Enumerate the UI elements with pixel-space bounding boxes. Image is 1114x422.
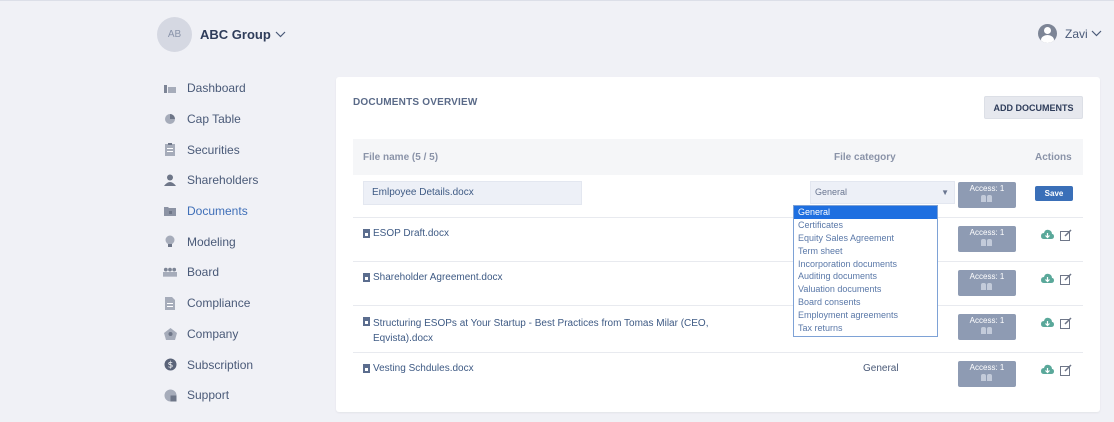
sidebar-item-securities[interactable]: Securities <box>163 134 313 165</box>
edit-icon[interactable] <box>1060 364 1072 376</box>
dropdown-option-incorporation-documents[interactable]: Incorporation documents <box>794 258 937 271</box>
sidebar-item-modeling[interactable]: Modeling <box>163 226 313 257</box>
company-avatar: AB <box>157 17 192 52</box>
file-category-select[interactable]: General ▼ <box>810 181 955 204</box>
cloud-download-icon[interactable] <box>1041 317 1054 328</box>
file-icon <box>363 273 370 282</box>
dropdown-option-employment-agreements[interactable]: Employment agreements <box>794 309 937 322</box>
sidebar-item-label: Company <box>187 326 239 341</box>
chevron-down-icon <box>275 31 286 38</box>
file-icon <box>363 229 370 238</box>
dashboard-icon <box>163 81 177 95</box>
access-button[interactable]: Access: 1 <box>958 226 1016 252</box>
cloud-download-icon[interactable] <box>1041 364 1054 375</box>
dropdown-option-term-sheet[interactable]: Term sheet <box>794 245 937 258</box>
sidebar-item-label: Securities <box>187 142 240 157</box>
sidebar-item-label: Board <box>187 265 220 280</box>
people-icon <box>981 239 993 246</box>
dropdown-option-equity-sales-agreement[interactable]: Equity Sales Agreement <box>794 232 937 245</box>
sidebar-item-subscription[interactable]: $ Subscription <box>163 349 313 380</box>
sidebar-item-dashboard[interactable]: Dashboard <box>163 73 313 104</box>
chevron-down-icon <box>1091 30 1102 37</box>
table-row: Structuring ESOPs at Your Startup - Best… <box>353 306 1083 353</box>
file-name-link[interactable]: ESOP Draft.docx <box>363 228 449 239</box>
cloud-download-icon[interactable] <box>1041 273 1054 284</box>
column-header-file-name: File name (5 / 5) <box>363 152 439 163</box>
file-icon <box>363 317 370 326</box>
file-name-link[interactable]: Vesting Schdules.docx <box>363 363 474 374</box>
sidebar-item-board[interactable]: Board <box>163 257 313 288</box>
file-category-dropdown: General Certificates Equity Sales Agreem… <box>793 205 938 337</box>
cloud-download-icon[interactable] <box>1041 229 1054 240</box>
document-icon <box>163 296 177 310</box>
user-menu[interactable]: Zavi <box>1038 24 1102 43</box>
dollar-icon: $ <box>163 358 177 372</box>
sidebar-item-label: Shareholders <box>187 173 259 188</box>
add-documents-button[interactable]: ADD DOCUMENTS <box>984 96 1083 119</box>
svg-text:$: $ <box>167 361 173 371</box>
access-button[interactable]: Access: 1 <box>958 314 1016 340</box>
sidebar-item-cap-table[interactable]: Cap Table <box>163 104 313 135</box>
user-avatar-icon <box>1038 24 1057 43</box>
sidebar-item-shareholders[interactable]: Shareholders <box>163 165 313 196</box>
dropdown-option-tax-returns[interactable]: Tax returns <box>794 322 937 335</box>
dropdown-arrow-icon: ▼ <box>941 188 949 197</box>
group-icon <box>163 265 177 279</box>
file-name-link[interactable]: Shareholder Agreement.docx <box>363 272 503 283</box>
sidebar-item-label: Documents <box>187 204 248 219</box>
table-row: ESOP Draft.docx Access: 1 <box>353 218 1083 262</box>
column-header-file-category: File category <box>834 152 896 163</box>
pie-chart-icon <box>163 112 177 126</box>
sidebar-item-support[interactable]: Support <box>163 380 313 411</box>
sidebar-item-label: Dashboard <box>187 81 246 96</box>
people-icon <box>981 374 993 381</box>
access-button[interactable]: Access: 1 <box>958 270 1016 296</box>
file-name-input[interactable]: Emlpoyee Details.docx <box>363 181 582 205</box>
save-button[interactable]: Save <box>1035 186 1073 201</box>
dropdown-option-board-consents[interactable]: Board consents <box>794 296 937 309</box>
table-row: Shareholder Agreement.docx Access: 1 <box>353 262 1083 306</box>
sidebar-item-company[interactable]: Company <box>163 319 313 350</box>
sidebar-item-label: Cap Table <box>187 112 241 127</box>
clipboard-icon <box>163 143 177 157</box>
building-icon <box>163 327 177 341</box>
company-name: ABC Group <box>200 27 271 42</box>
file-category-selected-value: General <box>815 187 848 197</box>
table-row-editing: Emlpoyee Details.docx General ▼ Access: … <box>353 181 1083 218</box>
folder-icon <box>163 204 177 218</box>
column-header-actions: Actions <box>1035 152 1072 163</box>
sidebar-item-compliance[interactable]: Compliance <box>163 288 313 319</box>
people-icon <box>981 195 993 202</box>
documents-card: DOCUMENTS OVERVIEW ADD DOCUMENTS File na… <box>336 77 1100 412</box>
lightbulb-icon <box>163 235 177 249</box>
access-button[interactable]: Access: 1 <box>958 361 1016 387</box>
user-name: Zavi <box>1065 26 1088 41</box>
people-icon <box>981 327 993 334</box>
file-icon <box>363 364 370 373</box>
dropdown-option-valuation-documents[interactable]: Valuation documents <box>794 283 937 296</box>
access-button[interactable]: Access: 1 <box>958 182 1016 208</box>
person-icon <box>163 173 177 187</box>
table-header: File name (5 / 5) File category Actions <box>353 139 1083 175</box>
people-icon <box>981 283 993 290</box>
page-title: DOCUMENTS OVERVIEW <box>353 97 478 108</box>
support-icon <box>163 388 177 402</box>
sidebar-item-label: Support <box>187 388 230 403</box>
file-name-link[interactable]: Structuring ESOPs at Your Startup - Best… <box>363 316 709 346</box>
company-switcher[interactable]: AB ABC Group <box>157 17 286 52</box>
dropdown-option-certificates[interactable]: Certificates <box>794 219 937 232</box>
table-row: Vesting Schdules.docx General Access: 1 <box>353 353 1083 397</box>
dropdown-option-general[interactable]: General <box>794 206 937 219</box>
edit-icon[interactable] <box>1060 229 1072 241</box>
edit-icon[interactable] <box>1060 273 1072 285</box>
sidebar-item-label: Modeling <box>187 234 236 249</box>
file-category: General <box>863 363 899 374</box>
sidebar-item-label: Compliance <box>187 296 251 311</box>
sidebar-nav: Dashboard Cap Table Securities Sharehold… <box>163 73 313 411</box>
edit-icon[interactable] <box>1060 317 1072 329</box>
access-label: Access: 1 <box>969 184 1005 193</box>
dropdown-option-auditing-documents[interactable]: Auditing documents <box>794 270 937 283</box>
sidebar-item-documents[interactable]: Documents <box>163 196 313 227</box>
sidebar-item-label: Subscription <box>187 357 254 372</box>
